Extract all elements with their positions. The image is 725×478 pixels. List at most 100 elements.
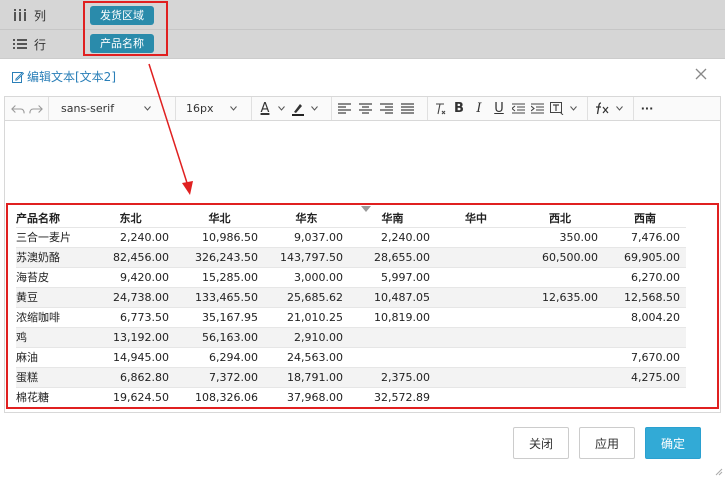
value-cell: 24,563.00 (264, 346, 349, 367)
dialog-title-text: 编辑文本[文本2] (27, 70, 116, 84)
table-row: 苏澳奶酪 82,456.00 326,243.50 143,797.50 28,… (16, 246, 686, 267)
columns-label: 列 (34, 9, 47, 23)
value-cell: 56,163.00 (175, 326, 264, 347)
dialog-title: 编辑文本[文本2] (12, 68, 116, 85)
align-justify-icon[interactable] (401, 102, 414, 115)
ok-button[interactable]: 确定 (645, 427, 701, 459)
color-group: A (252, 97, 332, 120)
value-cell: 82,456.00 (86, 246, 175, 267)
italic-button[interactable]: I (472, 100, 486, 118)
table-row: 海苔皮 9,420.00 15,285.00 3,000.00 5,997.00… (16, 266, 686, 287)
chevron-down-icon[interactable] (570, 106, 577, 111)
product-cell: 浓缩咖啡 (16, 306, 86, 327)
value-cell (516, 366, 604, 387)
header-region: 西北 (549, 212, 571, 226)
chevron-down-icon (144, 106, 151, 111)
close-icon[interactable] (694, 67, 708, 81)
clear-format-icon[interactable] (434, 102, 446, 115)
outdent-icon[interactable] (512, 102, 525, 115)
pivot-table: 产品名称 东北 华北 华东 华南 华中 西北 西南 三合一麦片 2,240.00… (16, 210, 686, 407)
edit-icon (12, 71, 24, 83)
value-cell: 13,192.00 (86, 326, 175, 347)
table-row: 鸡 13,192.00 56,163.00 2,910.00 (16, 326, 686, 347)
formula-icon[interactable] (594, 102, 610, 115)
value-cell: 2,240.00 (86, 226, 175, 247)
value-cell: 350.00 (516, 226, 604, 247)
align-group (332, 97, 428, 120)
value-cell: 24,738.00 (86, 286, 175, 307)
font-size-value: 16px (186, 102, 214, 115)
value-cell (349, 346, 436, 367)
rows-icon (13, 39, 27, 49)
value-cell (349, 326, 436, 347)
value-cell: 12,635.00 (516, 286, 604, 307)
table-row: 棉花糖 19,624.50 108,326.06 37,968.00 32,57… (16, 386, 686, 407)
underline-button[interactable]: U (492, 100, 506, 118)
chip-highlight-box (83, 1, 168, 56)
history-group (5, 97, 49, 120)
product-cell: 鸡 (16, 326, 86, 347)
header-product: 产品名称 (16, 212, 60, 226)
value-cell (516, 306, 604, 327)
value-cell: 133,465.50 (175, 286, 264, 307)
more-button[interactable]: ··· (640, 100, 654, 118)
apply-button[interactable]: 应用 (579, 427, 635, 459)
align-right-icon[interactable] (380, 102, 393, 115)
formula-group (588, 97, 634, 120)
indent-icon[interactable] (531, 102, 544, 115)
more-group: ··· (634, 97, 660, 120)
value-cell (436, 286, 516, 307)
value-cell: 10,986.50 (175, 226, 264, 247)
value-cell (436, 246, 516, 267)
value-cell: 21,010.25 (264, 306, 349, 327)
font-color-glyph: A (260, 100, 270, 116)
value-cell: 35,167.95 (175, 306, 264, 327)
editor-toolbar: sans-serif 16px A B I U ··· (4, 96, 721, 121)
redo-icon[interactable] (29, 100, 43, 118)
font-size-select[interactable]: 16px (182, 102, 237, 115)
highlight-icon[interactable] (291, 100, 305, 118)
value-cell: 12,568.50 (604, 286, 686, 307)
product-cell: 麻油 (16, 346, 86, 367)
value-cell: 6,270.00 (604, 266, 686, 287)
value-cell: 143,797.50 (264, 246, 349, 267)
product-cell: 三合一麦片 (16, 226, 86, 247)
value-cell (436, 326, 516, 347)
insert-field-icon[interactable] (550, 102, 564, 115)
chevron-down-icon[interactable] (311, 106, 318, 111)
value-cell: 6,294.00 (175, 346, 264, 367)
value-cell: 10,819.00 (349, 306, 436, 327)
chevron-down-icon[interactable] (616, 106, 623, 111)
value-cell: 7,670.00 (604, 346, 686, 367)
font-family-select[interactable]: sans-serif (55, 102, 151, 115)
font-family-group: sans-serif (49, 97, 176, 120)
close-button[interactable]: 关闭 (513, 427, 569, 459)
bold-button[interactable]: B (452, 100, 466, 118)
undo-icon[interactable] (11, 100, 25, 118)
value-cell: 108,326.06 (175, 386, 264, 407)
value-cell: 32,572.89 (349, 386, 436, 407)
value-cell: 2,240.00 (349, 226, 436, 247)
value-cell: 5,997.00 (349, 266, 436, 287)
table-row: 三合一麦片 2,240.00 10,986.50 9,037.00 2,240.… (16, 226, 686, 247)
value-cell: 9,037.00 (264, 226, 349, 247)
chevron-down-icon[interactable] (278, 106, 285, 111)
value-cell: 25,685.62 (264, 286, 349, 307)
format-group: B I U (428, 97, 588, 120)
align-left-icon[interactable] (338, 102, 351, 115)
value-cell (604, 386, 686, 407)
product-cell: 蛋糕 (16, 366, 86, 387)
product-cell: 海苔皮 (16, 266, 86, 287)
value-cell: 10,487.05 (349, 286, 436, 307)
align-center-icon[interactable] (359, 102, 372, 115)
pivot-table-region: 产品名称 东北 华北 华东 华南 华中 西北 西南 三合一麦片 2,240.00… (6, 203, 719, 409)
header-region: 华中 (465, 212, 487, 226)
header-region: 华北 (208, 212, 231, 226)
font-family-value: sans-serif (61, 102, 115, 115)
font-color-button[interactable]: A (258, 100, 272, 118)
value-cell: 69,905.00 (604, 246, 686, 267)
resize-handle-icon[interactable] (715, 468, 723, 476)
value-cell: 3,000.00 (264, 266, 349, 287)
value-cell (436, 366, 516, 387)
header-region: 东北 (119, 212, 142, 226)
